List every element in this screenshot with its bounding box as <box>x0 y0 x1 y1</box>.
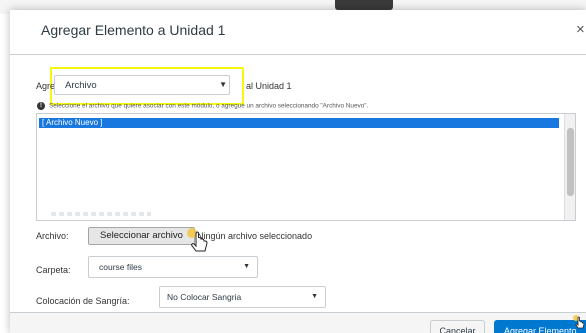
hand-pointer-icon <box>187 228 208 252</box>
hand-pointer-icon <box>573 315 585 329</box>
caret-down-icon: ▼ <box>219 80 227 89</box>
info-text: Seleccione el archivo que quiere asociar… <box>49 102 369 110</box>
close-icon[interactable]: × <box>576 22 585 38</box>
item-type-selected: Archivo <box>65 80 97 91</box>
folder-label: Carpeta: <box>36 265 71 275</box>
info-icon: ! <box>37 102 45 110</box>
screenshot-page: Agregar Elemento a Unidad 1 × Agregar Ar… <box>0 0 586 333</box>
dialog-header: Agregar Elemento a Unidad 1 × <box>10 10 586 55</box>
indent-select[interactable]: No Colocar Sangria ▼ <box>159 286 326 308</box>
folder-selected: course files <box>99 262 142 272</box>
list-divider <box>51 212 151 216</box>
caret-down-icon: ▼ <box>243 263 250 270</box>
top-strip-block <box>335 0 393 10</box>
caret-down-icon: ▼ <box>311 293 318 300</box>
file-option-new[interactable]: [ Archivo Nuevo ] <box>39 118 559 128</box>
folder-select[interactable]: course files ▼ <box>88 256 258 278</box>
add-item-dialog: Agregar Elemento a Unidad 1 × Agregar Ar… <box>10 10 586 333</box>
indent-label: Colocación de Sangría: <box>36 296 130 306</box>
unit-label: al Unidad 1 <box>246 81 292 91</box>
info-row: ! Seleccione el archivo que quiere asocia… <box>37 102 368 110</box>
item-type-select[interactable]: Archivo ▼ <box>54 75 230 95</box>
indent-selected: No Colocar Sangria <box>167 292 242 302</box>
cancel-button[interactable]: Cancelar <box>430 320 485 333</box>
list-scrollbar[interactable] <box>564 114 575 220</box>
dialog-title: Agregar Elemento a Unidad 1 <box>41 22 226 38</box>
scrollbar-thumb[interactable] <box>567 128 574 196</box>
no-file-text: Ningún archivo seleccionado <box>197 231 313 241</box>
file-listbox[interactable]: [ Archivo Nuevo ] <box>36 113 576 221</box>
file-label: Archivo: <box>36 231 69 241</box>
choose-file-button[interactable]: Seleccionar archivo <box>88 227 195 245</box>
